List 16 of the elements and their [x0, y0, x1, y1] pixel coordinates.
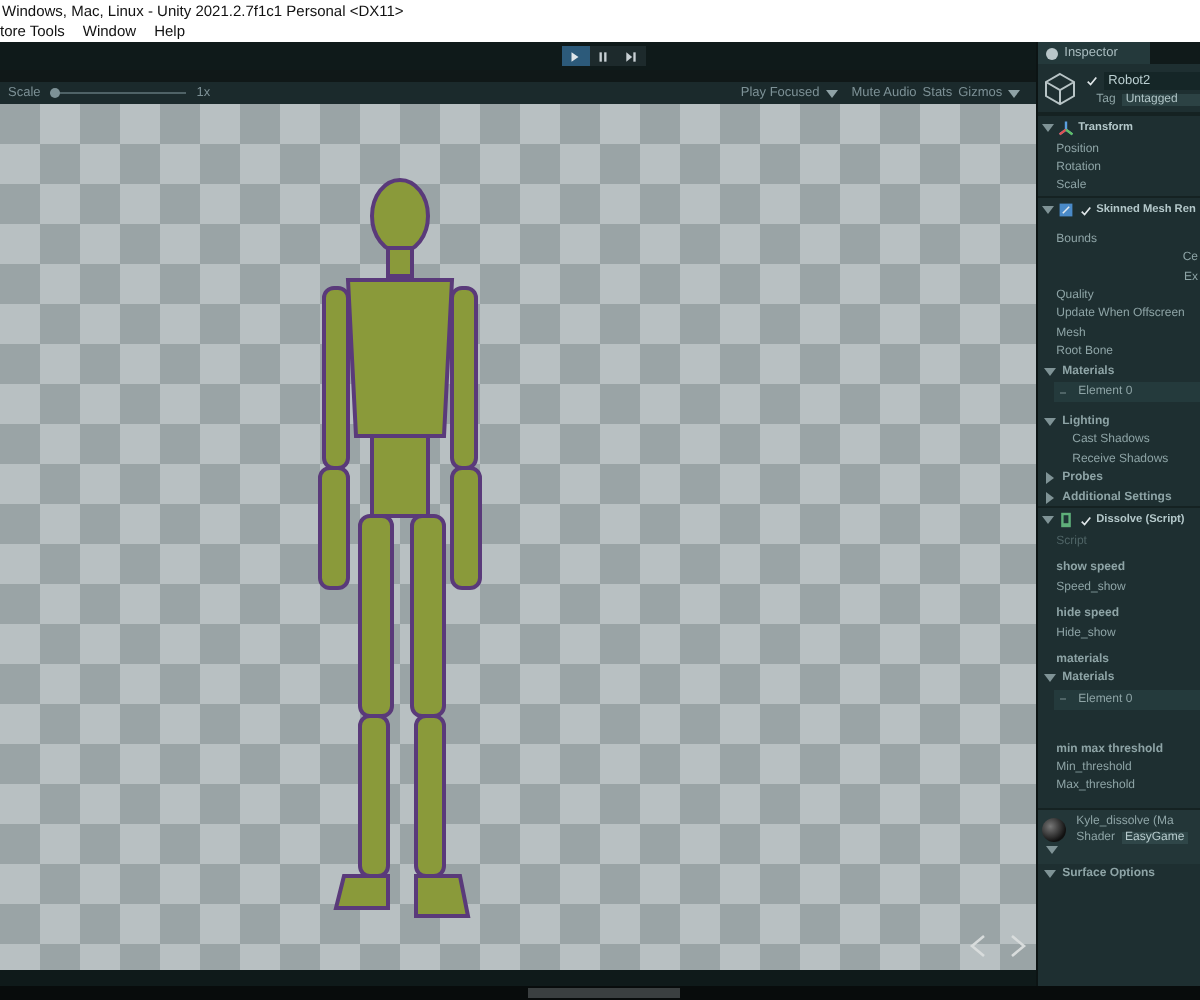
material-sphere-icon: [1042, 818, 1067, 843]
scrollbar-thumb[interactable]: [528, 988, 680, 998]
cube-icon: [1044, 72, 1077, 106]
enabled-checkbox[interactable]: [1078, 203, 1093, 218]
dropdown-arrow-icon: [825, 89, 838, 97]
play-button[interactable]: [561, 46, 590, 66]
drag-handle-icon[interactable]: [1060, 391, 1067, 394]
script-icon: [1058, 512, 1075, 529]
play-icon: [568, 49, 583, 63]
info-icon: [1046, 47, 1059, 59]
pause-icon: [596, 49, 611, 63]
step-icon: [624, 49, 639, 63]
mesh-icon: [1058, 202, 1075, 219]
slider-thumb[interactable]: [50, 88, 61, 98]
dropdown-arrow-icon: [1008, 89, 1021, 97]
axes-icon: [1058, 120, 1075, 136]
